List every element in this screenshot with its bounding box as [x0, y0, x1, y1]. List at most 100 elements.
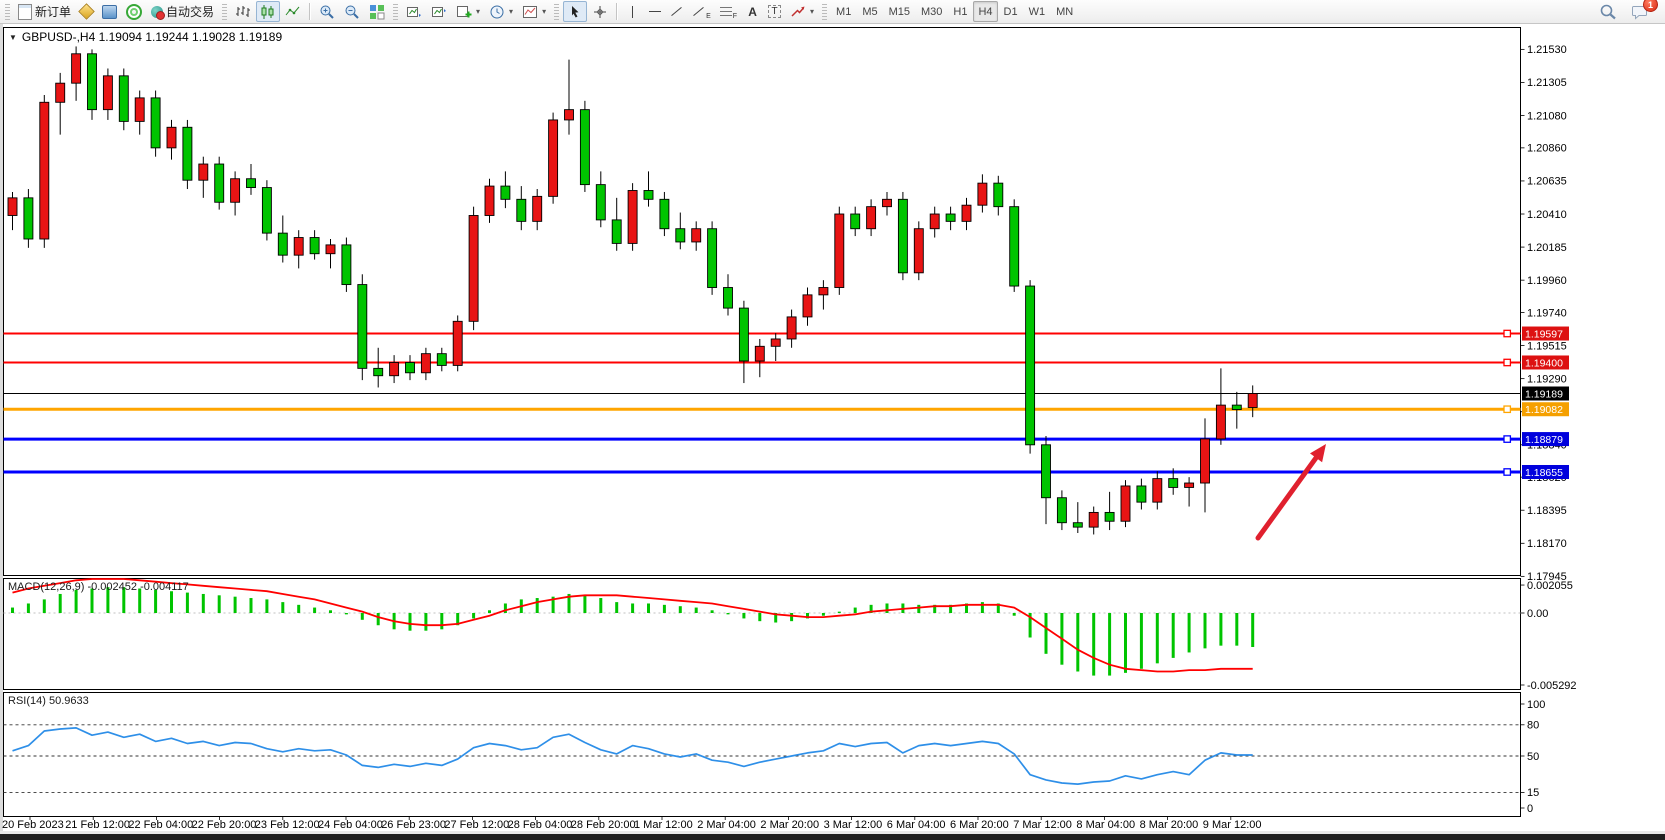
timeframe-h1-button[interactable]: H1 [948, 1, 972, 22]
svg-text:1.19597: 1.19597 [1525, 329, 1563, 341]
svg-text:23 Feb 12:00: 23 Feb 12:00 [255, 819, 320, 831]
svg-text:28 Feb 04:00: 28 Feb 04:00 [508, 819, 573, 831]
new-order-icon [18, 4, 32, 20]
text-tool-icon: A [748, 5, 757, 19]
rsi-indicator-label: RSI(14) 50.9633 [8, 695, 89, 707]
client-terminal-icon [102, 5, 117, 19]
timeframe-label: M30 [921, 6, 942, 18]
arrange-charts-button[interactable] [402, 1, 426, 22]
toolbar-grip[interactable] [822, 4, 827, 20]
fibonacci-tool-button[interactable]: F [716, 1, 741, 22]
collapse-triangle-icon[interactable]: ▼ [9, 33, 17, 42]
signals-button[interactable] [122, 1, 146, 22]
channel-icon [693, 7, 704, 16]
tile-windows-button[interactable] [365, 1, 389, 22]
cursor-tool-button[interactable] [563, 1, 587, 22]
vertical-line-tool-button[interactable] [622, 1, 643, 22]
cursor-icon [567, 4, 583, 20]
template-button[interactable]: ▾ [518, 1, 550, 22]
svg-text:1.19515: 1.19515 [1527, 340, 1567, 352]
timeframe-h4-button[interactable]: H4 [973, 1, 997, 22]
timeframe-m15-button[interactable]: M15 [884, 1, 915, 22]
chevron-down-icon: ▾ [542, 7, 546, 16]
new-chart-button[interactable]: ▾ [452, 1, 484, 22]
text-tool-button[interactable]: A [742, 1, 763, 22]
svg-text:2 Mar 20:00: 2 Mar 20:00 [760, 819, 819, 831]
svg-text:6 Mar 20:00: 6 Mar 20:00 [950, 819, 1009, 831]
svg-text:1.21080: 1.21080 [1527, 110, 1567, 122]
candlestick-mode-button[interactable] [256, 1, 280, 22]
label-tool-icon: T [768, 5, 780, 18]
toolbar-grip[interactable] [393, 4, 398, 20]
line-chart-mode-button[interactable] [281, 1, 305, 22]
timeframe-m30-button[interactable]: M30 [916, 1, 947, 22]
auto-trading-button[interactable]: 自动交易 [147, 1, 218, 22]
horizontal-line-tool-button[interactable] [644, 1, 665, 22]
crosshair-icon [592, 4, 608, 20]
chart-title: GBPUSD-,H4 1.19094 1.19244 1.19028 1.191… [22, 30, 282, 44]
svg-text:3 Mar 12:00: 3 Mar 12:00 [824, 819, 883, 831]
svg-text:20 Feb 2023: 20 Feb 2023 [2, 819, 64, 831]
clock-icon [489, 4, 505, 20]
chevron-down-icon: ▾ [509, 7, 513, 16]
search-button[interactable] [1595, 1, 1621, 22]
svg-text:7 Mar 12:00: 7 Mar 12:00 [1013, 819, 1072, 831]
signal-icon [126, 4, 142, 20]
chevron-down-icon: ▾ [810, 7, 814, 16]
notifications-button[interactable]: 1 [1627, 1, 1653, 22]
bar-chart-mode-button[interactable] [231, 1, 255, 22]
new-chart-icon [456, 4, 472, 20]
fibonacci-icon [720, 7, 732, 17]
arrange-chart-icon [406, 4, 422, 20]
channel-tool-button[interactable]: E [688, 1, 715, 22]
timeframe-label: H1 [953, 6, 967, 18]
zoom-in-button[interactable] [315, 1, 339, 22]
arrows-shapes-icon [790, 4, 806, 20]
period-clock-button[interactable]: ▾ [485, 1, 517, 22]
timeframe-m5-button[interactable]: M5 [857, 1, 882, 22]
chart-canvas[interactable]: 1.215301.213051.210801.208601.206351.204… [0, 0, 1665, 840]
toolbar-grip[interactable] [554, 4, 559, 20]
svg-text:1.20410: 1.20410 [1527, 209, 1567, 221]
timeframe-m1-button[interactable]: M1 [831, 1, 856, 22]
toolbar-grip[interactable] [222, 4, 227, 20]
zoom-out-button[interactable] [340, 1, 364, 22]
zoom-out-icon [344, 4, 360, 20]
svg-text:1.20635: 1.20635 [1527, 176, 1567, 188]
svg-text:6 Mar 04:00: 6 Mar 04:00 [887, 819, 946, 831]
auto-trading-icon [151, 6, 163, 18]
timeframe-d1-button[interactable]: D1 [999, 1, 1023, 22]
channel-icon-letter: E [706, 13, 711, 21]
toolbar-grip[interactable] [5, 4, 10, 20]
notification-badge: 1 [1643, 0, 1658, 12]
new-order-button[interactable]: 新订单 [14, 1, 75, 22]
macd-indicator-label: MACD(12,26,9) -0.002452 -0.004117 [8, 581, 189, 593]
fibonacci-icon-letter: F [733, 13, 737, 21]
timeframe-label: W1 [1029, 6, 1046, 18]
svg-text:0: 0 [1527, 803, 1533, 815]
label-tool-button[interactable]: T [764, 1, 785, 22]
market-watch-button[interactable] [76, 1, 97, 22]
trendline-tool-button[interactable] [666, 1, 687, 22]
timeframe-mn-button[interactable]: MN [1051, 1, 1078, 22]
crosshair-tool-button[interactable] [588, 1, 612, 22]
svg-text:1.19189: 1.19189 [1525, 389, 1563, 401]
svg-text:50: 50 [1527, 751, 1539, 763]
svg-text:9 Mar 12:00: 9 Mar 12:00 [1203, 819, 1262, 831]
timeframe-label: M1 [836, 6, 851, 18]
chevron-down-icon: ▾ [476, 7, 480, 16]
line-chart-icon [285, 4, 301, 20]
timeframe-w1-button[interactable]: W1 [1024, 1, 1051, 22]
arrange-charts-alt-button[interactable] [427, 1, 451, 22]
shapes-tool-button[interactable]: ▾ [786, 1, 818, 22]
bar-chart-icon [235, 4, 251, 20]
terminal-button[interactable] [98, 1, 121, 22]
zoom-in-icon [319, 4, 335, 20]
timeframe-label: H4 [978, 6, 992, 18]
timeframe-label: D1 [1004, 6, 1018, 18]
arrange-chart-alt-icon [431, 4, 447, 20]
svg-text:28 Feb 20:00: 28 Feb 20:00 [571, 819, 636, 831]
svg-text:1.18879: 1.18879 [1525, 434, 1563, 446]
svg-text:0.00: 0.00 [1527, 608, 1548, 620]
svg-text:100: 100 [1527, 699, 1545, 711]
